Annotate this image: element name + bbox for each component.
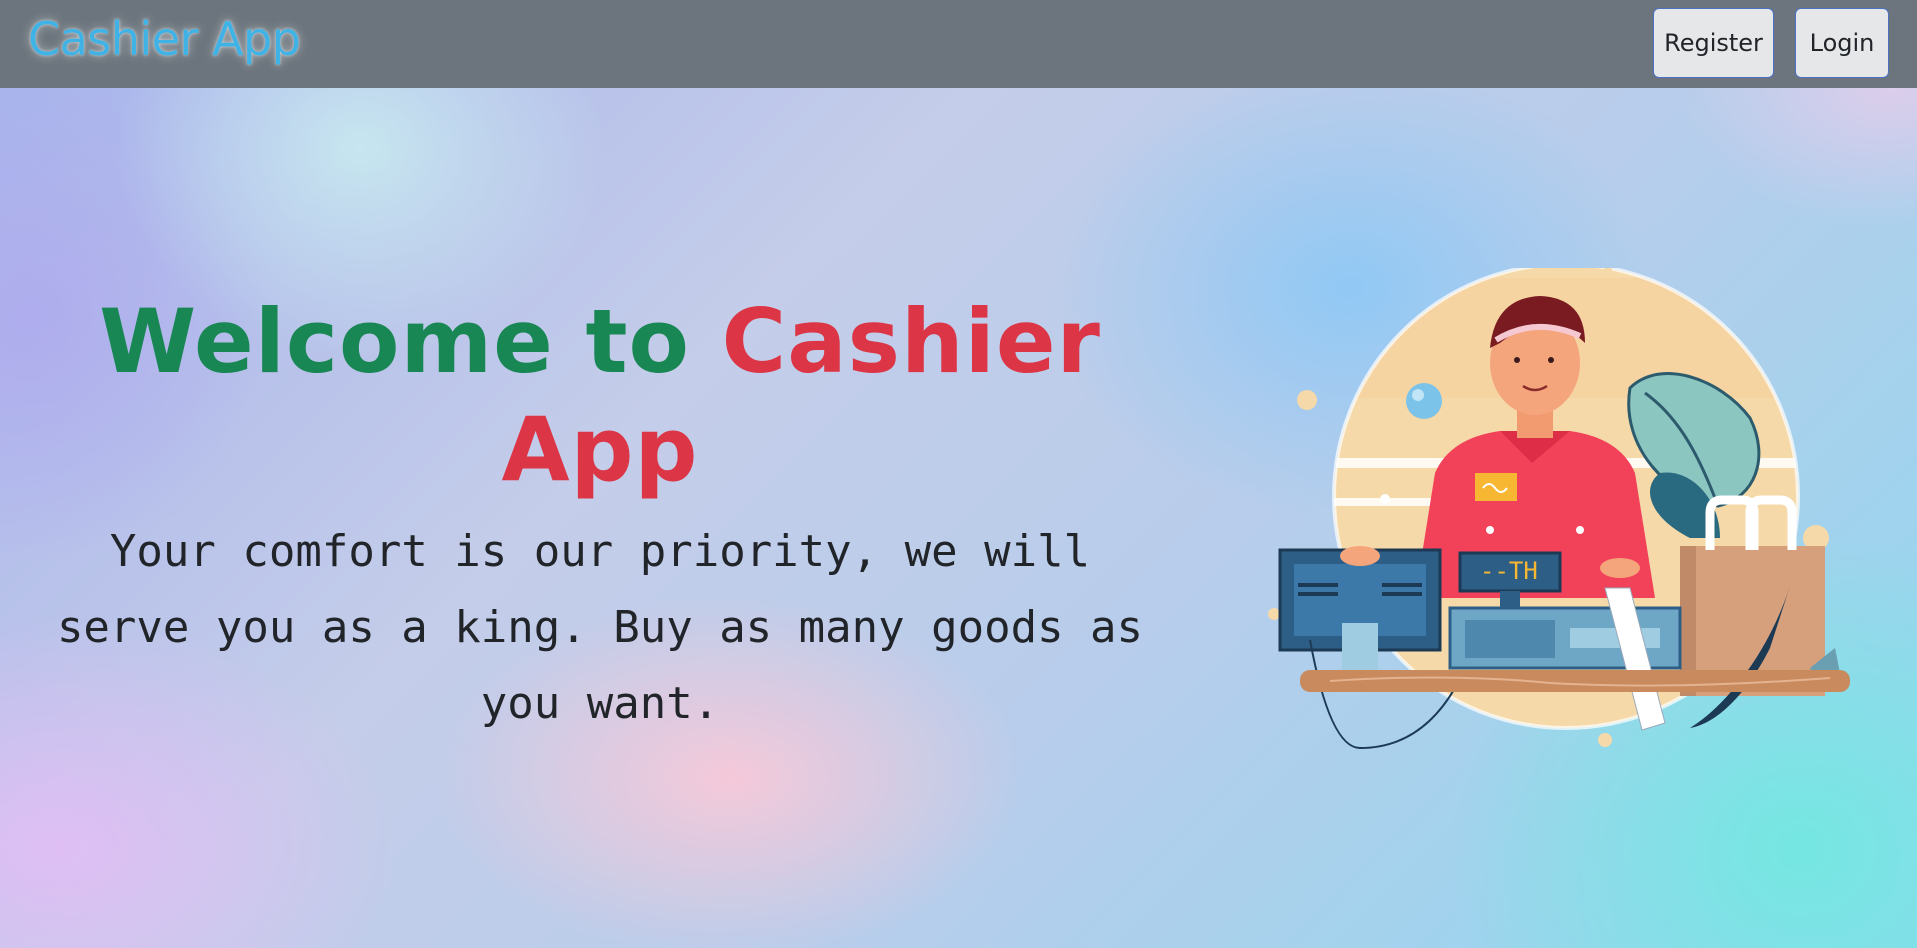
navbar: Cashier App Register Login [0,0,1917,88]
hero-text: Welcome to Cashier App Your comfort is o… [50,288,1150,742]
cashier-illustration: --TH [1268,268,1850,750]
heading-welcome: Welcome to [99,290,691,393]
brand-logo[interactable]: Cashier App [28,12,301,66]
hero-heading: Welcome to Cashier App [50,288,1150,504]
register-display-text: --TH [1480,557,1538,585]
hero-section: Welcome to Cashier App Your comfort is o… [0,88,1917,948]
login-button[interactable]: Login [1795,8,1889,78]
register-button[interactable]: Register [1653,8,1774,78]
hero-tagline: Your comfort is our priority, we will se… [56,526,1144,729]
